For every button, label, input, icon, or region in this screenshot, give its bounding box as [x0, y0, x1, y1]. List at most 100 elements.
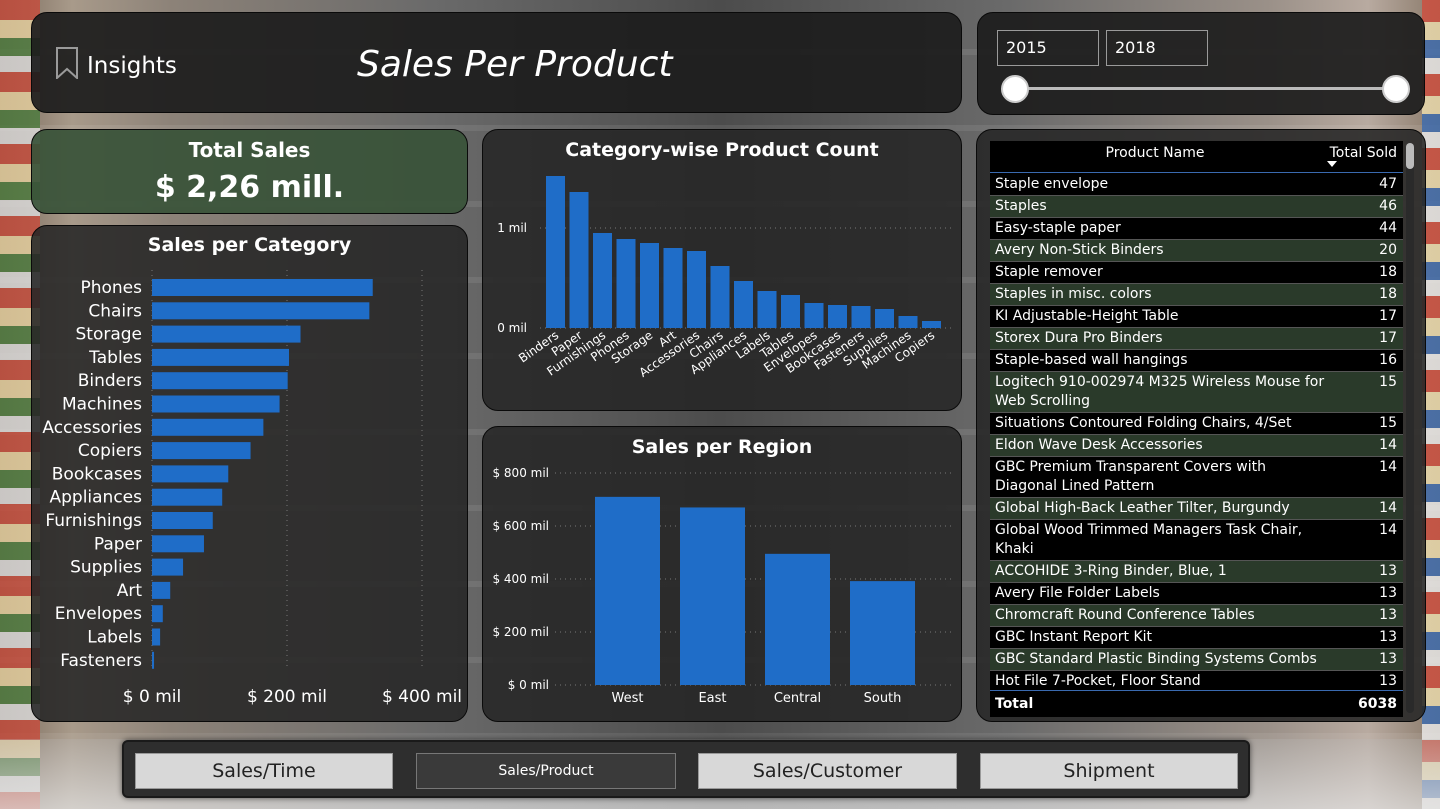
- region-bar[interactable]: [765, 553, 830, 685]
- count-bar[interactable]: [804, 303, 824, 328]
- table-row[interactable]: GBC Standard Plastic Binding Systems Com…: [990, 649, 1403, 671]
- region-bar[interactable]: [680, 507, 745, 685]
- count-bar[interactable]: [640, 243, 659, 328]
- column-header-product-name[interactable]: Product Name: [990, 145, 1320, 161]
- sort-descending-icon[interactable]: [1327, 161, 1337, 167]
- count-bar[interactable]: [710, 266, 730, 328]
- category-label: Supplies: [70, 558, 142, 578]
- table-row[interactable]: Situations Contoured Folding Chairs, 4/S…: [990, 413, 1403, 435]
- product-name-cell: Easy-staple paper: [995, 220, 1121, 236]
- category-bar[interactable]: [152, 348, 290, 366]
- category-bar[interactable]: [152, 325, 301, 343]
- table-row[interactable]: Staple-based wall hangings 16: [990, 350, 1403, 372]
- category-bar[interactable]: [152, 651, 155, 669]
- sales-per-region-chart[interactable]: $ 800 mil $ 600 mil $ 400 mil $ 200 mil $ 0 …: [482, 426, 962, 722]
- year-slider-track[interactable]: [1015, 87, 1396, 90]
- region-bar[interactable]: [595, 496, 660, 685]
- table-row[interactable]: Staples 46: [990, 196, 1403, 218]
- count-bar[interactable]: [757, 291, 777, 328]
- category-bar[interactable]: [152, 372, 288, 390]
- product-name-cell: Storex Dura Pro Binders: [995, 330, 1163, 346]
- product-name-cell: GBC Standard Plastic Binding Systems Com…: [995, 651, 1317, 667]
- total-sold-cell: 14: [1379, 437, 1397, 453]
- nav-shipment-button[interactable]: Shipment: [980, 753, 1238, 789]
- product-name-cell: Global Wood Trimmed Managers Task Chair,…: [995, 522, 1303, 557]
- count-bar[interactable]: [922, 321, 941, 328]
- count-bar[interactable]: [687, 251, 706, 328]
- count-bar[interactable]: [828, 305, 847, 328]
- product-count-chart[interactable]: 1 mil0 milBindersPaperFurnishingsPhonesS…: [482, 129, 962, 411]
- table-row[interactable]: Eldon Wave Desk Accessories 14: [990, 435, 1403, 457]
- table-row[interactable]: ACCOHIDE 3-Ring Binder, Blue, 1 13: [990, 561, 1403, 583]
- year-slider-end-handle[interactable]: [1382, 75, 1410, 103]
- count-bar[interactable]: [593, 233, 612, 328]
- table-row[interactable]: Logitech 910-002974 M325 Wireless Mouse …: [990, 372, 1403, 413]
- table-row[interactable]: Avery File Folder Labels 13: [990, 583, 1403, 605]
- table-row[interactable]: Avery Non-Stick Binders 20: [990, 240, 1403, 262]
- category-label: Storage: [75, 325, 142, 345]
- category-bar[interactable]: [152, 558, 184, 576]
- category-label: Paper: [94, 534, 142, 554]
- y-tick-label: $ 0 mil: [508, 678, 549, 692]
- category-bar[interactable]: [152, 465, 229, 483]
- count-bar[interactable]: [781, 295, 800, 328]
- category-bar[interactable]: [152, 535, 204, 553]
- nav-sales-customer-button[interactable]: Sales/Customer: [698, 753, 957, 789]
- count-bar[interactable]: [546, 176, 565, 328]
- table-row[interactable]: Global High-Back Leather Tilter, Burgund…: [990, 498, 1403, 520]
- table-row[interactable]: Easy-staple paper 44: [990, 218, 1403, 240]
- table-scrollbar[interactable]: [1406, 143, 1414, 713]
- table-row[interactable]: KI Adjustable-Height Table 17: [990, 306, 1403, 328]
- category-bar[interactable]: [152, 628, 161, 646]
- category-label: Machines: [62, 395, 142, 415]
- nav-sales-time-button[interactable]: Sales/Time: [135, 753, 393, 789]
- table-row[interactable]: GBC Premium Transparent Covers with Diag…: [990, 457, 1403, 498]
- year-slider-start-handle[interactable]: [1001, 75, 1029, 103]
- scrollbar-thumb[interactable]: [1406, 143, 1414, 169]
- count-bar[interactable]: [569, 192, 589, 328]
- start-year-input[interactable]: 2015: [997, 30, 1099, 66]
- category-bar[interactable]: [152, 605, 163, 623]
- total-sold-cell: 13: [1379, 629, 1397, 645]
- table-row[interactable]: Staples in misc. colors 18: [990, 284, 1403, 306]
- total-sales-value: $ 2,26 mill.: [154, 170, 345, 205]
- product-name-cell: Global High-Back Leather Tilter, Burgund…: [995, 500, 1290, 516]
- count-bar[interactable]: [616, 239, 636, 328]
- table-row[interactable]: Hot File 7-Pocket, Floor Stand 13: [990, 671, 1403, 690]
- category-bar[interactable]: [152, 442, 251, 460]
- product-name-cell: GBC Instant Report Kit: [995, 629, 1153, 645]
- table-row[interactable]: Chromcraft Round Conference Tables 13: [990, 605, 1403, 627]
- x-tick-label: West: [612, 691, 644, 706]
- count-bar[interactable]: [875, 309, 894, 328]
- count-bar[interactable]: [663, 248, 683, 328]
- table-row[interactable]: Storex Dura Pro Binders 17: [990, 328, 1403, 350]
- bookmark-icon[interactable]: [56, 47, 78, 79]
- category-bar[interactable]: [152, 512, 213, 529]
- total-sold-cell: 47: [1379, 176, 1397, 192]
- category-label: Art: [117, 581, 143, 601]
- category-bar[interactable]: [152, 488, 223, 506]
- table-total-row: Total 6038: [990, 690, 1403, 717]
- count-bar[interactable]: [898, 316, 918, 328]
- product-table[interactable]: Product Name Total Sold Staple envelope 4…: [990, 141, 1403, 717]
- category-bar[interactable]: [152, 302, 370, 320]
- table-row[interactable]: Staple remover 18: [990, 262, 1403, 284]
- category-bar[interactable]: [152, 581, 171, 599]
- category-bar[interactable]: [152, 418, 264, 436]
- count-bar[interactable]: [734, 281, 753, 328]
- sales-per-category-chart[interactable]: Phones Chairs Storage Tables Binders Machines…: [31, 225, 468, 722]
- category-bar[interactable]: [152, 395, 280, 413]
- nav-sales-product-button[interactable]: Sales/Product: [416, 753, 676, 789]
- table-row[interactable]: Global Wood Trimmed Managers Task Chair,…: [990, 520, 1403, 561]
- insights-label[interactable]: Insights: [87, 53, 177, 79]
- product-name-cell: Staple envelope: [995, 176, 1109, 192]
- end-year-input[interactable]: 2018: [1106, 30, 1208, 66]
- table-row[interactable]: GBC Instant Report Kit 13: [990, 627, 1403, 649]
- column-header-total-sold[interactable]: Total Sold: [1330, 145, 1397, 161]
- count-bar[interactable]: [851, 306, 871, 328]
- product-name-cell: ACCOHIDE 3-Ring Binder, Blue, 1: [995, 563, 1227, 579]
- category-bar[interactable]: [152, 279, 373, 296]
- product-name-cell: Staples: [995, 198, 1047, 214]
- table-row[interactable]: Staple envelope 47: [990, 174, 1403, 196]
- region-bar[interactable]: [850, 581, 915, 685]
